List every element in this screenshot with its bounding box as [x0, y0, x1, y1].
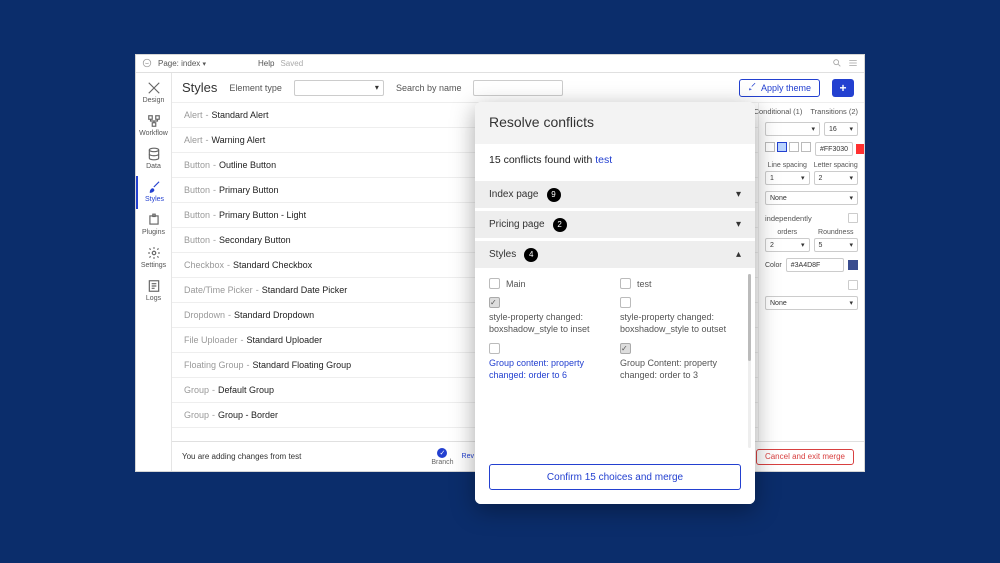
plugin-icon: [147, 213, 161, 227]
choice-checkbox[interactable]: [620, 343, 631, 354]
scrollbar[interactable]: [748, 274, 751, 448]
chevron-down-icon: ▾: [736, 219, 741, 230]
cancel-merge-button[interactable]: Cancel and exit merge: [756, 449, 854, 465]
count-badge: 2: [553, 218, 567, 232]
gear-icon: [147, 246, 161, 260]
page-label[interactable]: Page: index ▾: [158, 59, 206, 68]
color-field[interactable]: #FF3030: [815, 142, 853, 156]
letter-spacing[interactable]: 2▾: [814, 171, 859, 185]
conflict-list: Main test style-property changed: boxsha…: [475, 268, 755, 454]
rev-link[interactable]: Rev: [462, 453, 474, 460]
modal-subheader: 15 conflicts found with test: [475, 144, 755, 178]
section-styles[interactable]: Styles 4 ▴: [475, 238, 755, 268]
element-type-label: Element type: [229, 83, 282, 93]
borders-value[interactable]: 2▾: [765, 238, 810, 252]
styles-toolbar: Styles Element type ▾ Search by name App…: [172, 73, 864, 103]
rail-logs[interactable]: Logs: [136, 275, 172, 308]
branch-label: Branch: [431, 459, 453, 466]
text-align[interactable]: [765, 142, 811, 152]
choice-checkbox[interactable]: [489, 343, 500, 354]
branch-status-icon: ✓: [437, 448, 447, 458]
roundness-value[interactable]: 5▾: [814, 238, 859, 252]
logs-icon: [147, 279, 161, 293]
chevron-up-icon: ▴: [736, 249, 741, 260]
independent-checkbox[interactable]: [848, 213, 858, 223]
pencil-cross-icon: [147, 81, 161, 95]
rail-workflow[interactable]: Workflow: [136, 110, 172, 143]
border-color-field[interactable]: #3A4D8F: [786, 258, 844, 272]
line-spacing[interactable]: 1▾: [765, 171, 810, 185]
background-dropdown[interactable]: None▾: [765, 296, 858, 310]
resolve-conflicts-modal: Resolve conflicts 15 conflicts found wit…: [475, 102, 755, 504]
saved-status: Saved: [280, 59, 303, 68]
count-badge: 9: [547, 188, 561, 202]
help-link[interactable]: Help: [258, 59, 274, 68]
rail-design[interactable]: Design: [136, 77, 172, 110]
nav-rail: Design Workflow Data Styles: [136, 73, 172, 471]
confirm-merge-button[interactable]: Confirm 15 choices and merge: [489, 464, 741, 490]
font-size[interactable]: 16▾: [824, 122, 858, 136]
database-icon: [147, 147, 161, 161]
conflict-row: Group content: property changed: order t…: [489, 343, 741, 381]
conflict-row: style-property changed: boxshadow_style …: [489, 297, 741, 335]
color-swatch[interactable]: [856, 144, 864, 154]
search-input[interactable]: [473, 80, 563, 96]
add-style-button[interactable]: +: [832, 79, 854, 97]
count-badge: 4: [524, 248, 538, 262]
rail-styles[interactable]: Styles: [136, 176, 172, 209]
apply-theme-button[interactable]: Apply theme: [739, 79, 820, 97]
font-dropdown[interactable]: ▾: [765, 122, 820, 136]
tab-conditional[interactable]: Conditional (1): [754, 107, 803, 116]
chevron-down-icon: ▾: [736, 189, 741, 200]
properties-panel: Conditional (1) Transitions (2) ▾ 16▾: [758, 103, 864, 441]
brush-icon: [748, 82, 757, 93]
search-label: Search by name: [396, 83, 462, 93]
element-type-dropdown[interactable]: ▾: [294, 80, 384, 96]
search-icon[interactable]: [832, 58, 842, 70]
branch-link[interactable]: test: [595, 154, 612, 166]
topbar: Page: index ▾ Help Saved: [136, 55, 864, 73]
menu-icon[interactable]: [848, 58, 858, 70]
section-pricing-page[interactable]: Pricing page 2 ▾: [475, 208, 755, 238]
shadow-dropdown[interactable]: None▾: [765, 191, 858, 205]
bg-checkbox[interactable]: [848, 280, 858, 290]
rail-settings[interactable]: Settings: [136, 242, 172, 275]
section-index-page[interactable]: Index page 9 ▾: [475, 178, 755, 208]
modal-title: Resolve conflicts: [489, 114, 741, 130]
select-all-main-checkbox[interactable]: [489, 278, 500, 289]
rail-data[interactable]: Data: [136, 143, 172, 176]
choice-checkbox[interactable]: [489, 297, 500, 308]
brush-icon: [148, 180, 162, 194]
color-swatch[interactable]: [848, 260, 858, 270]
choice-checkbox[interactable]: [620, 297, 631, 308]
modal-header: Resolve conflicts: [475, 102, 755, 144]
workflow-icon: [147, 114, 161, 128]
logo-icon: [142, 58, 152, 70]
rail-plugins[interactable]: Plugins: [136, 209, 172, 242]
page-title: Styles: [182, 80, 217, 95]
merge-message: You are adding changes from test: [182, 452, 301, 461]
select-all-test-checkbox[interactable]: [620, 278, 631, 289]
tab-transitions[interactable]: Transitions (2): [810, 107, 858, 116]
